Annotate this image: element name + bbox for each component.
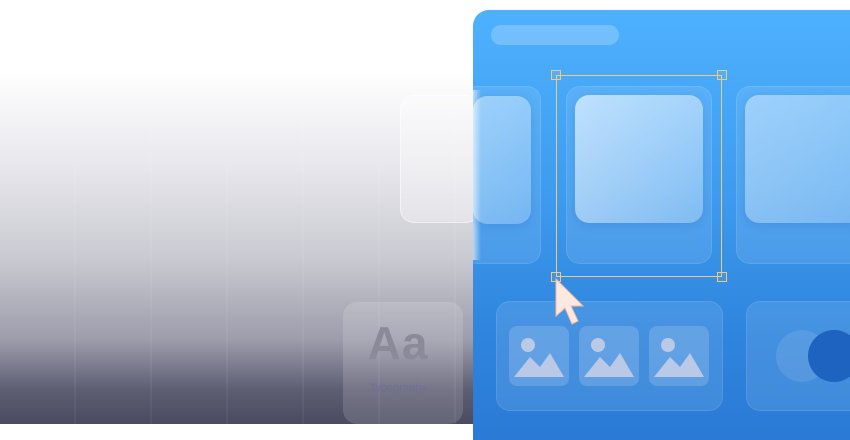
- tile-left-content: [473, 96, 531, 224]
- resize-handle-top-right[interactable]: [717, 70, 727, 80]
- image-icon: [584, 338, 634, 377]
- image-icon: [654, 338, 704, 377]
- typography-card[interactable]: Aa Typography: [343, 302, 463, 424]
- resize-handle-top-left[interactable]: [551, 70, 561, 80]
- image-thumb-3[interactable]: [649, 326, 709, 386]
- panel-title-bar: [491, 25, 619, 45]
- tile-right-content: [745, 95, 850, 223]
- ghost-card: [400, 95, 480, 223]
- image-thumb-2[interactable]: [579, 326, 639, 386]
- tile-right[interactable]: [736, 86, 850, 264]
- typography-sample: Aa: [367, 317, 429, 369]
- image-icon: [514, 338, 564, 377]
- design-panel: [473, 10, 850, 440]
- cursor-arrow-icon: [555, 277, 585, 325]
- image-gallery-card[interactable]: [496, 301, 723, 411]
- tile-left[interactable]: [473, 86, 541, 264]
- resize-handle-bottom-right[interactable]: [717, 272, 727, 282]
- selection-box[interactable]: [556, 75, 722, 277]
- typography-label: Typography: [369, 382, 427, 394]
